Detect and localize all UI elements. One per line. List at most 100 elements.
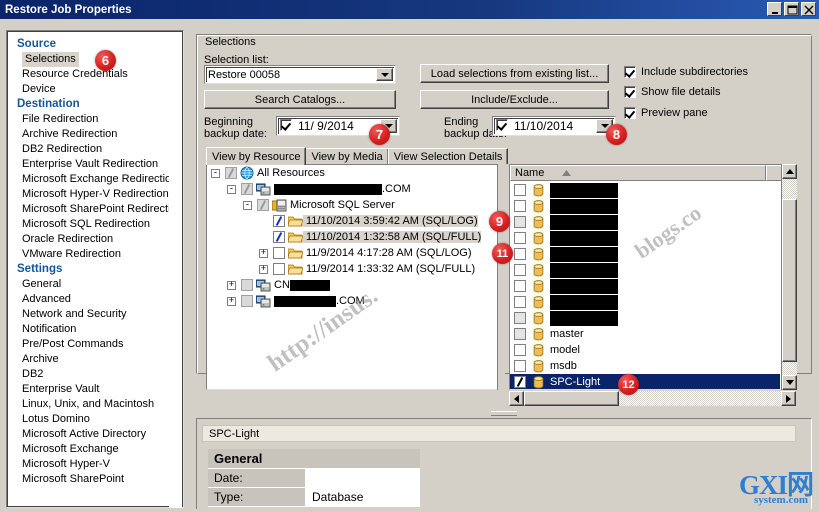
scroll-right-button[interactable] [781, 391, 796, 406]
scroll-down-button[interactable] [782, 375, 797, 390]
scroll-thumb[interactable] [524, 391, 619, 406]
preview-splitter[interactable] [196, 410, 812, 416]
scroll-thumb[interactable] [782, 199, 797, 362]
view-tabs[interactable]: View by Resource View by Media View Sele… [206, 147, 509, 165]
selection-list-combo[interactable]: Restore 00058 [204, 65, 396, 84]
expand-icon[interactable]: + [227, 280, 236, 290]
tree-node[interactable]: +11/9/2014 4:17:28 AM (SQL/LOG) [207, 245, 504, 261]
list-item[interactable] [510, 262, 780, 278]
minimize-button[interactable] [767, 2, 782, 16]
tree-node[interactable]: + .COM [207, 293, 504, 309]
sidebar-item-archive-redirection[interactable]: Archive Redirection [14, 127, 171, 142]
tab-view-by-media[interactable]: View by Media [305, 148, 389, 164]
include-exclude-button[interactable]: Include/Exclude... [420, 90, 609, 109]
sidebar-item-microsoft-hyper-v-redirection[interactable]: Microsoft Hyper-V Redirection [14, 187, 171, 202]
sidebar-item-vmware-redirection[interactable]: VMware Redirection [14, 247, 171, 262]
sidebar-item-enterprise-vault[interactable]: Enterprise Vault [14, 382, 171, 397]
list-item[interactable]: model [510, 342, 780, 358]
resource-tree-pane[interactable]: - All Resources - .COM - Microsoft SQL Server… [206, 164, 505, 390]
list-item-checkbox-icon[interactable] [514, 264, 526, 276]
tab-view-by-resource[interactable]: View by Resource [206, 147, 307, 165]
tab-view-selection-details[interactable]: View Selection Details [387, 148, 509, 164]
tree-node[interactable]: 11/10/2014 3:59:42 AM (SQL/LOG) [207, 213, 504, 229]
sidebar-item-db2-redirection[interactable]: DB2 Redirection [14, 142, 171, 157]
beginning-date-checkbox[interactable] [280, 118, 292, 134]
list-item-checkbox-icon[interactable] [514, 360, 526, 372]
tree-node[interactable]: - Microsoft SQL Server [207, 197, 504, 213]
close-button[interactable] [801, 2, 816, 16]
list-item-checkbox-icon[interactable] [514, 248, 526, 260]
sidebar-item-microsoft-exchange[interactable]: Microsoft Exchange [14, 442, 171, 457]
collapse-icon[interactable]: - [243, 200, 252, 210]
scroll-left-button[interactable] [509, 391, 524, 406]
tree-checkbox-icon[interactable] [273, 231, 285, 243]
column-header-name[interactable]: Name [510, 165, 766, 181]
sidebar-item-microsoft-sharepoint-redirection[interactable]: Microsoft SharePoint Redirection [14, 202, 171, 217]
sidebar-item-notification[interactable]: Notification [14, 322, 171, 337]
sidebar-item-resource-credentials[interactable]: Resource Credentials [14, 67, 171, 82]
sidebar-item-device[interactable]: Device [14, 82, 171, 97]
sidebar-item-microsoft-sql-redirection[interactable]: Microsoft SQL Redirection [14, 217, 171, 232]
list-item-checkbox-icon[interactable] [514, 280, 526, 292]
list-horizontal-scrollbar[interactable] [509, 391, 796, 406]
list-item[interactable] [510, 198, 780, 214]
search-catalogs-button[interactable]: Search Catalogs... [204, 90, 396, 109]
splitter-grip[interactable] [491, 411, 517, 416]
tree-checkbox-icon[interactable] [241, 295, 253, 307]
checkbox-icon[interactable] [624, 66, 636, 78]
tree-node[interactable]: + CN [207, 277, 504, 293]
tree-checkbox-icon[interactable] [273, 215, 285, 227]
sidebar-item-archive[interactable]: Archive [14, 352, 171, 367]
settings-nav-list[interactable]: Source Selections Resource Credentials Devi… [14, 37, 171, 500]
sidebar-item-oracle-redirection[interactable]: Oracle Redirection [14, 232, 171, 247]
list-item[interactable]: msdb [510, 358, 780, 374]
sidebar-item-advanced[interactable]: Advanced [14, 292, 171, 307]
list-item[interactable] [510, 182, 780, 198]
sidebar-item-microsoft-exchange-redirection[interactable]: Microsoft Exchange Redirection [14, 172, 171, 187]
sidebar-item-file-redirection[interactable]: File Redirection [14, 112, 171, 127]
sidebar-item-microsoft-sharepoint[interactable]: Microsoft SharePoint [14, 472, 171, 487]
list-item-checkbox-icon[interactable] [514, 376, 526, 388]
tree-checkbox-icon[interactable] [241, 183, 253, 195]
tree-checkbox-icon[interactable] [273, 247, 285, 259]
list-item[interactable] [510, 214, 780, 230]
list-item[interactable] [510, 246, 780, 262]
tree-node[interactable]: +11/9/2014 1:33:32 AM (SQL/FULL) [207, 261, 504, 277]
list-item[interactable]: SPC-Light [510, 374, 780, 389]
tree-node[interactable]: - All Resources [207, 165, 504, 181]
checkbox-icon[interactable] [624, 107, 636, 119]
list-item[interactable] [510, 294, 780, 310]
option-show-file-details[interactable]: Show file details [624, 86, 721, 98]
tree-checkbox-icon[interactable] [241, 279, 253, 291]
sidebar-item-microsoft-active-directory[interactable]: Microsoft Active Directory [14, 427, 171, 442]
checkbox-icon[interactable] [624, 86, 636, 98]
list-item-checkbox-icon[interactable] [514, 216, 526, 228]
tree-checkbox-icon[interactable] [225, 167, 237, 179]
sidebar-item-network-and-security[interactable]: Network and Security [14, 307, 171, 322]
scroll-up-button[interactable] [782, 164, 797, 179]
list-item-checkbox-icon[interactable] [514, 344, 526, 356]
ending-date-checkbox[interactable] [496, 118, 508, 134]
tree-vertical-scrollbar[interactable] [497, 164, 505, 390]
collapse-icon[interactable]: - [227, 184, 236, 194]
sidebar-item-general[interactable]: General [14, 277, 171, 292]
sidebar-item-selections[interactable]: Selections [14, 52, 171, 67]
sidebar-item-db2[interactable]: DB2 [14, 367, 171, 382]
list-item-checkbox-icon[interactable] [514, 232, 526, 244]
resource-tree-rows[interactable]: - All Resources - .COM - Microsoft SQL Server… [207, 165, 504, 309]
sidebar-item-lotus-domino[interactable]: Lotus Domino [14, 412, 171, 427]
list-item[interactable] [510, 278, 780, 294]
expand-icon[interactable]: + [227, 296, 236, 306]
sidebar-item-microsoft-hyper-v[interactable]: Microsoft Hyper-V [14, 457, 171, 472]
list-item-checkbox-icon[interactable] [514, 200, 526, 212]
sidebar-item-linux-unix-and-macintosh[interactable]: Linux, Unix, and Macintosh [14, 397, 171, 412]
list-item[interactable]: master [510, 326, 780, 342]
list-item-checkbox-icon[interactable] [514, 312, 526, 324]
sidebar-item-pre-post-commands[interactable]: Pre/Post Commands [14, 337, 171, 352]
sidebar-item-enterprise-vault-redirection[interactable]: Enterprise Vault Redirection [14, 157, 171, 172]
option-preview-pane[interactable]: Preview pane [624, 107, 708, 119]
load-selections-button[interactable]: Load selections from existing list... [420, 64, 609, 83]
list-item[interactable] [510, 230, 780, 246]
database-list-pane[interactable]: Name master model msdb SPC-Light blogs.co [509, 164, 795, 390]
expand-icon[interactable]: + [259, 264, 268, 274]
